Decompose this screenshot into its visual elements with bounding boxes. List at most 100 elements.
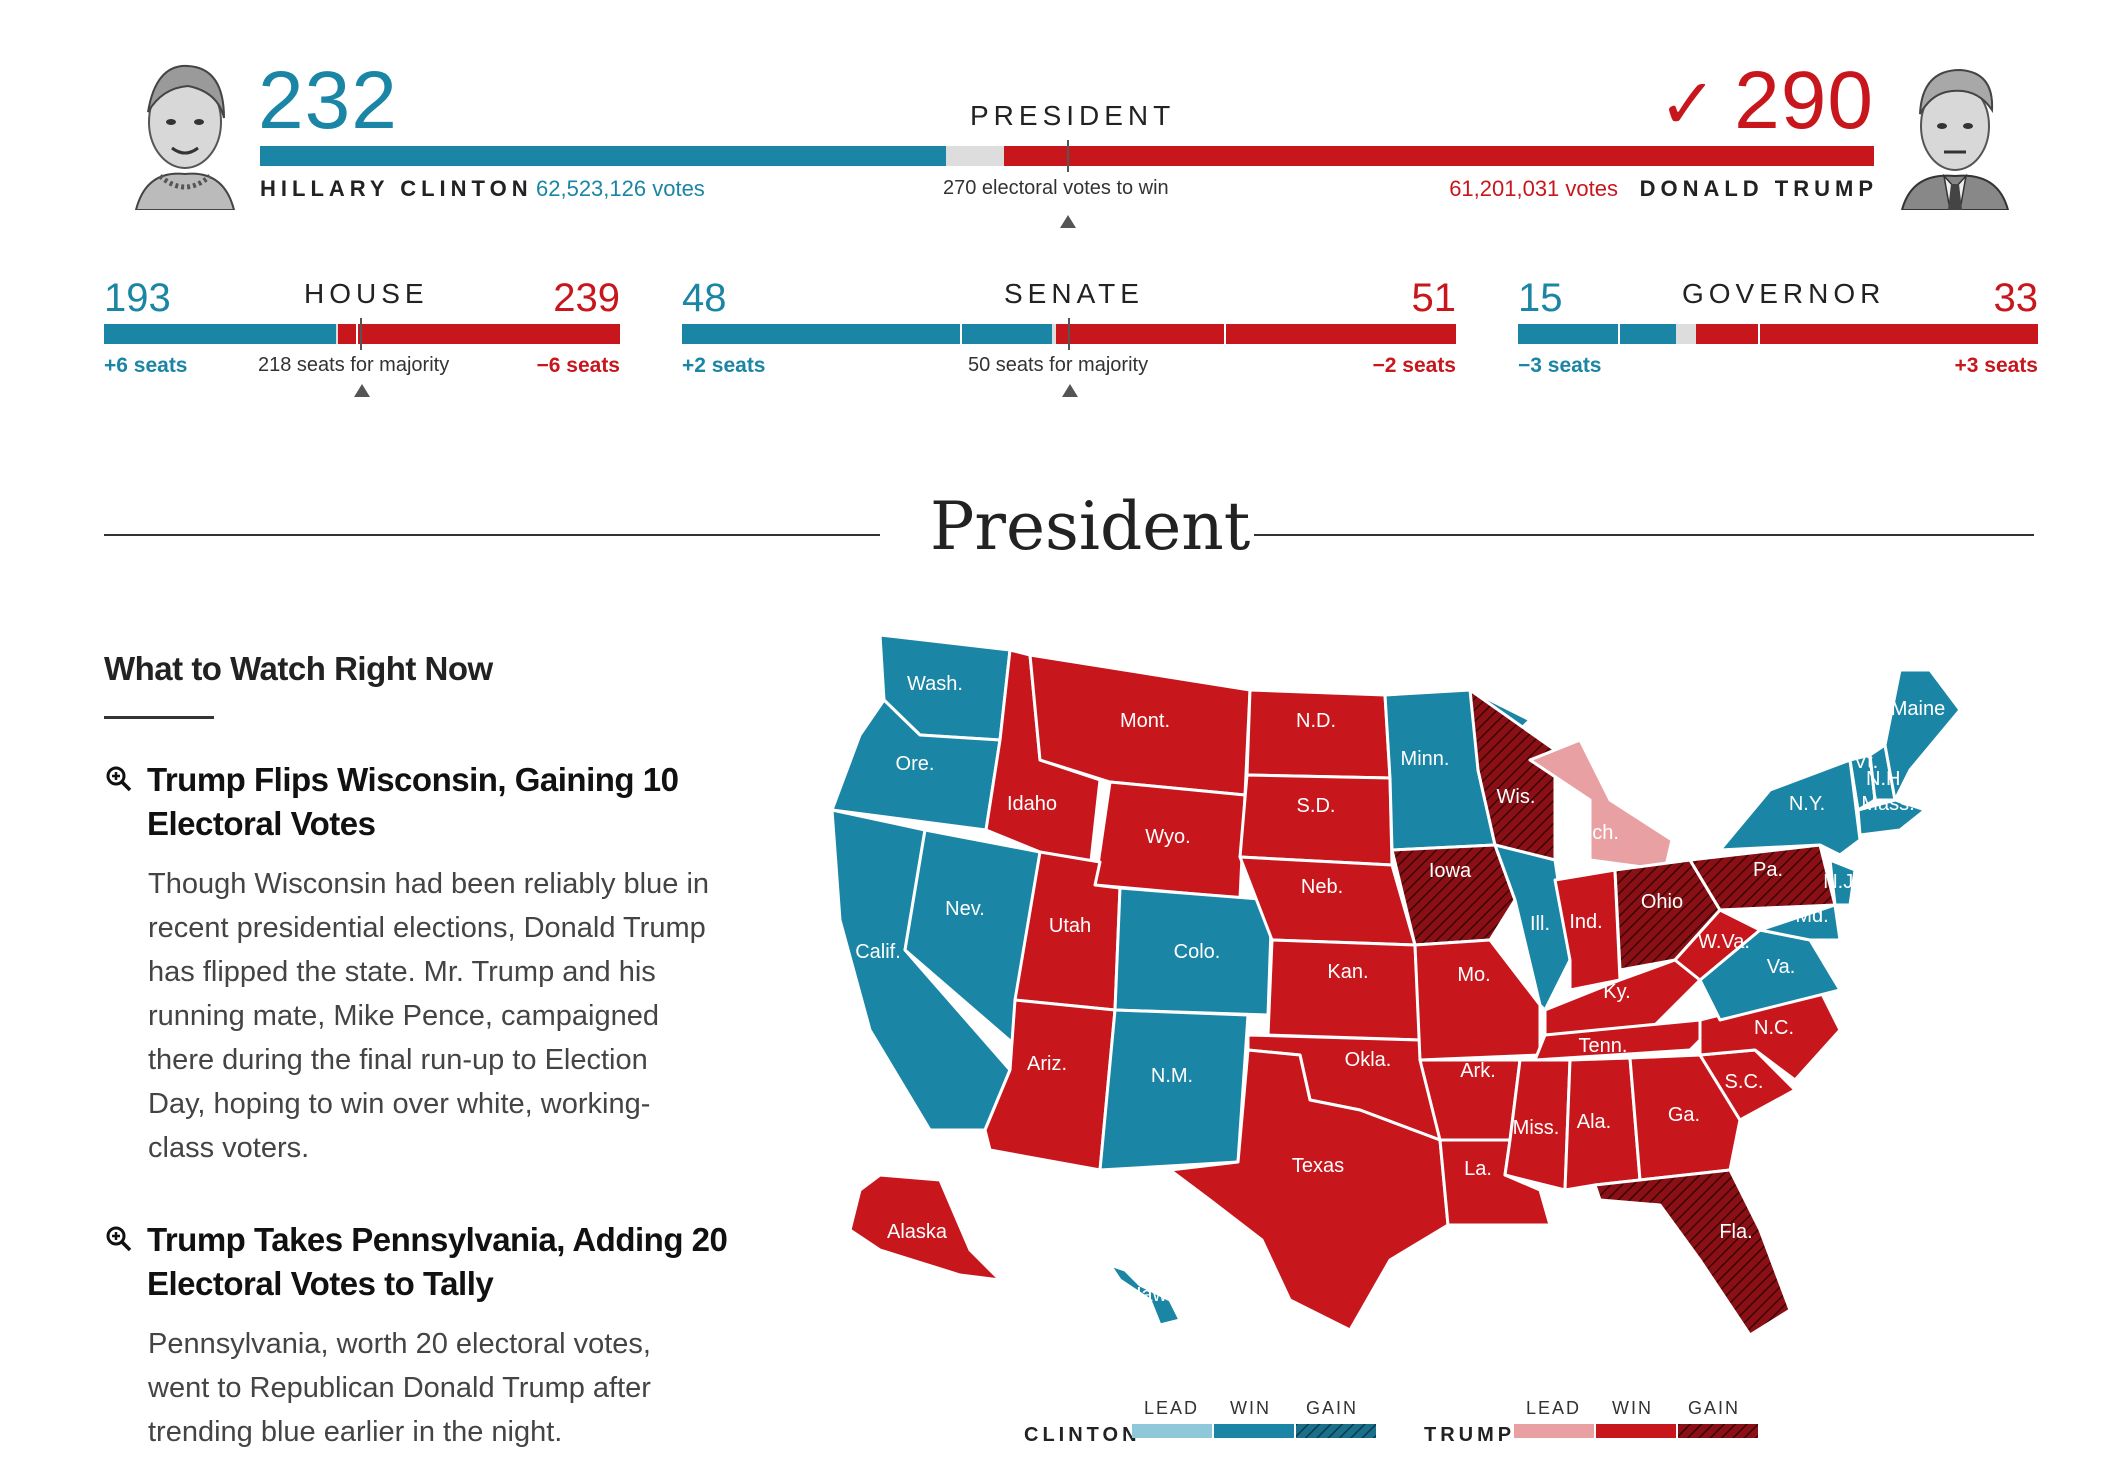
senate-bar-dem	[682, 324, 1052, 344]
senate-majority-line	[1068, 318, 1070, 350]
president-threshold-text: 270 electoral votes to win	[943, 177, 1169, 199]
state-label: Pa.	[1753, 859, 1783, 881]
state-label: N.J.	[1823, 871, 1859, 893]
trump-electoral-count: ✓ 290	[1659, 60, 1874, 145]
state-label: Mo.	[1457, 964, 1490, 986]
watch-item-1-headline-line-1: Trump Flips Wisconsin, Gaining 10	[147, 761, 679, 798]
state-kan[interactable]	[1266, 938, 1422, 1042]
state-label: La.	[1464, 1158, 1492, 1180]
clinton-portrait	[126, 52, 244, 211]
state-label: Mass.	[1861, 793, 1914, 815]
house-majority-marker	[354, 384, 370, 397]
zoom-in-icon[interactable]	[104, 764, 132, 792]
senate-rep-count: 51	[1411, 276, 1457, 320]
legend-trump-win-swatch	[1596, 1424, 1676, 1438]
state-label: N.H.	[1866, 768, 1906, 790]
senate-majority-marker	[1062, 384, 1078, 397]
governor-rep-count: 33	[1993, 276, 2039, 320]
state-label: Kan.	[1327, 961, 1368, 983]
winner-check-icon: ✓	[1658, 65, 1719, 143]
house-majority-line	[360, 318, 362, 350]
house-bar-divider	[356, 324, 358, 344]
governor-title: GOVERNOR	[1682, 278, 1886, 309]
watch-item-2-body-line: Pennsylvania, worth 20 electoral votes,	[148, 1328, 651, 1360]
state-label: Fla.	[1719, 1221, 1752, 1243]
state-label: Md.	[1795, 905, 1828, 927]
state-label: Miss.	[1513, 1117, 1560, 1139]
house-rep-count: 239	[553, 276, 620, 320]
legend-trump-gain-swatch	[1678, 1424, 1758, 1438]
state-fla[interactable]	[1593, 1168, 1792, 1337]
senate-title: SENATE	[1004, 278, 1144, 309]
watch-item-1-body-line: Day, hoping to win over white, working-	[148, 1088, 651, 1120]
state-label: Tenn.	[1579, 1035, 1628, 1057]
state-label: Ill.	[1530, 913, 1550, 935]
watch-item-2-body-line: trending blue earlier in the night.	[148, 1416, 563, 1448]
watch-item-2-headline-line-1: Trump Takes Pennsylvania, Adding 20	[147, 1221, 728, 1258]
house-bar	[104, 324, 620, 344]
governor-bar	[1518, 324, 2038, 344]
section-rule-left	[104, 534, 880, 536]
what-to-watch-heading: What to Watch Right Now	[104, 650, 493, 687]
house-bar-rep	[338, 324, 620, 344]
watch-item-2-body: Pennsylvania, worth 20 electoral votes, …	[148, 1322, 788, 1454]
state-label: Ga.	[1668, 1104, 1700, 1126]
state-label: Texas	[1292, 1155, 1344, 1177]
state-nm[interactable]	[1098, 1008, 1250, 1172]
state-label: Nev.	[945, 898, 985, 920]
watch-item-1-body: Though Wisconsin had been reliably blue …	[148, 862, 788, 1170]
senate-bar-rep	[1056, 324, 1456, 344]
state-label: Hawaii	[1127, 1284, 1187, 1306]
governor-bar-divider-1	[1618, 324, 1620, 344]
watch-item-1-body-line: has flipped the state. Mr. Trump and his	[148, 956, 656, 988]
state-label: W.Va.	[1698, 931, 1750, 953]
house-majority-text: 218 seats for majority	[258, 354, 450, 376]
what-to-watch-underline	[104, 716, 214, 719]
trump-name: DONALD TRUMP	[1639, 176, 1878, 201]
us-electoral-map[interactable]: Wash. Ore. Calif. Nev. Idaho Mont. Wyo. Utah Col…	[810, 620, 1970, 1360]
state-label: Minn.	[1401, 748, 1450, 770]
house-bar-dem	[104, 324, 336, 344]
state-label: Colo.	[1174, 941, 1221, 963]
state-label: Iowa	[1429, 860, 1472, 882]
governor-dem-count: 15	[1518, 276, 1563, 320]
legend-clinton-gain-swatch	[1296, 1424, 1376, 1438]
state-sd[interactable]	[1238, 773, 1394, 867]
legend-clinton-win-label: WIN	[1230, 1398, 1271, 1418]
president-threshold-marker	[1060, 215, 1076, 228]
governor-dem-change: −3 seats	[1518, 354, 1602, 377]
trump-portrait	[1896, 52, 2014, 211]
senate-bar-divider-2	[1224, 324, 1226, 344]
clinton-name: HILLARY CLINTON	[260, 176, 533, 201]
president-threshold-line	[1067, 140, 1069, 172]
state-label: Wyo.	[1145, 826, 1190, 848]
state-nd[interactable]	[1245, 688, 1392, 780]
president-title: PRESIDENT	[970, 100, 1176, 131]
watch-item-1-headline[interactable]: Trump Flips Wisconsin, Gaining 10 Electo…	[147, 758, 767, 846]
state-mo[interactable]	[1413, 938, 1542, 1062]
state-label: Mich.	[1571, 822, 1619, 844]
senate-majority-text: 50 seats for majority	[968, 354, 1149, 376]
zoom-in-icon[interactable]	[104, 1224, 132, 1252]
state-label: Ala.	[1577, 1111, 1611, 1133]
senate-rep-change: −2 seats	[1372, 354, 1457, 377]
state-label: Calif.	[855, 941, 901, 963]
legend-trump-gain-label: GAIN	[1688, 1398, 1741, 1418]
house-dem-count: 193	[104, 276, 171, 320]
clinton-popular-votes: 62,523,126 votes	[536, 176, 705, 201]
watch-item-1-headline-line-2: Electoral Votes	[147, 805, 376, 842]
state-label: Maine	[1891, 698, 1945, 720]
legend-trump-win-label: WIN	[1612, 1398, 1653, 1418]
state-label: Ind.	[1569, 911, 1602, 933]
watch-item-1-body-line: there during the final run-up to Electio…	[148, 1044, 648, 1076]
house-dem-change: +6 seats	[104, 354, 188, 377]
state-label: Ore.	[896, 753, 935, 775]
section-title: President	[930, 488, 1251, 565]
watch-item-2-headline-line-2: Electoral Votes to Tally	[147, 1265, 494, 1302]
state-label: Neb.	[1301, 876, 1343, 898]
state-label: Mont.	[1120, 710, 1170, 732]
watch-item-1-body-line: recent presidential elections, Donald Tr…	[148, 912, 706, 944]
governor-bar-rep	[1696, 324, 2038, 344]
watch-item-2-headline[interactable]: Trump Takes Pennsylvania, Adding 20 Elec…	[147, 1218, 787, 1306]
governor-rep-change: +3 seats	[1954, 354, 2039, 377]
